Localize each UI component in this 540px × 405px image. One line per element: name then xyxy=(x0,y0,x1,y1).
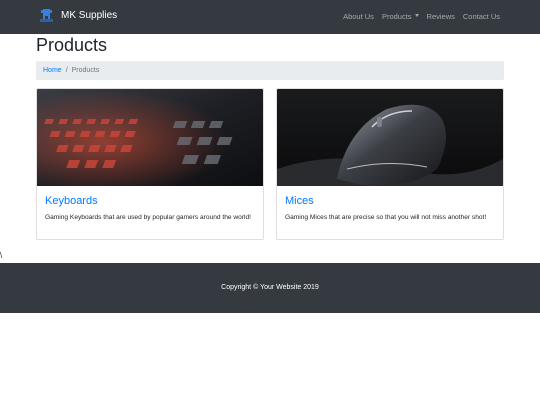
product-card-keyboards: Keyboards Gaming Keyboards that are used… xyxy=(36,88,264,240)
breadcrumb-current: Products xyxy=(71,67,100,74)
breadcrumb-home-link[interactable]: Home xyxy=(43,61,62,80)
page-title: Products xyxy=(36,35,108,55)
brand-name: MK Supplies xyxy=(61,9,118,21)
footer: Copyright © Your Website 2019 xyxy=(0,263,540,313)
navbar: MK Supplies About Us Products Reviews Co… xyxy=(0,0,540,34)
stray-text: \ xyxy=(0,251,3,260)
nav-link-contact[interactable]: Contact Us xyxy=(463,11,500,23)
card-text-mices: Gaming Mices that are precise so that yo… xyxy=(285,214,487,221)
card-title-mices[interactable]: Mices xyxy=(285,194,495,208)
mouse-photo xyxy=(277,89,503,186)
nav-dropdown-products[interactable]: Products xyxy=(382,11,419,23)
product-card-mices: Mices Gaming Mices that are precise so t… xyxy=(276,88,504,240)
card-body: Keyboards Gaming Keyboards that are used… xyxy=(37,186,263,231)
breadcrumb-separator: / xyxy=(65,67,68,74)
card-body: Mices Gaming Mices that are precise so t… xyxy=(277,186,503,231)
card-title-keyboards[interactable]: Keyboards xyxy=(45,194,255,208)
nav-dropdown-label: Products xyxy=(381,12,412,21)
keyboard-photo xyxy=(37,89,263,186)
navbar-brand[interactable]: MK Supplies xyxy=(40,8,117,23)
nav-link-about[interactable]: About Us xyxy=(343,11,374,23)
nav-links: About Us Products Reviews Contact Us xyxy=(335,11,500,23)
brand-logo-icon xyxy=(40,9,53,22)
breadcrumb: Home / Products xyxy=(36,61,504,80)
card-text-keyboards: Gaming Keyboards that are used by popula… xyxy=(45,214,251,221)
caret-down-icon xyxy=(414,14,419,17)
nav-link-reviews[interactable]: Reviews xyxy=(427,11,455,23)
footer-copyright: Copyright © Your Website 2019 xyxy=(221,284,319,291)
